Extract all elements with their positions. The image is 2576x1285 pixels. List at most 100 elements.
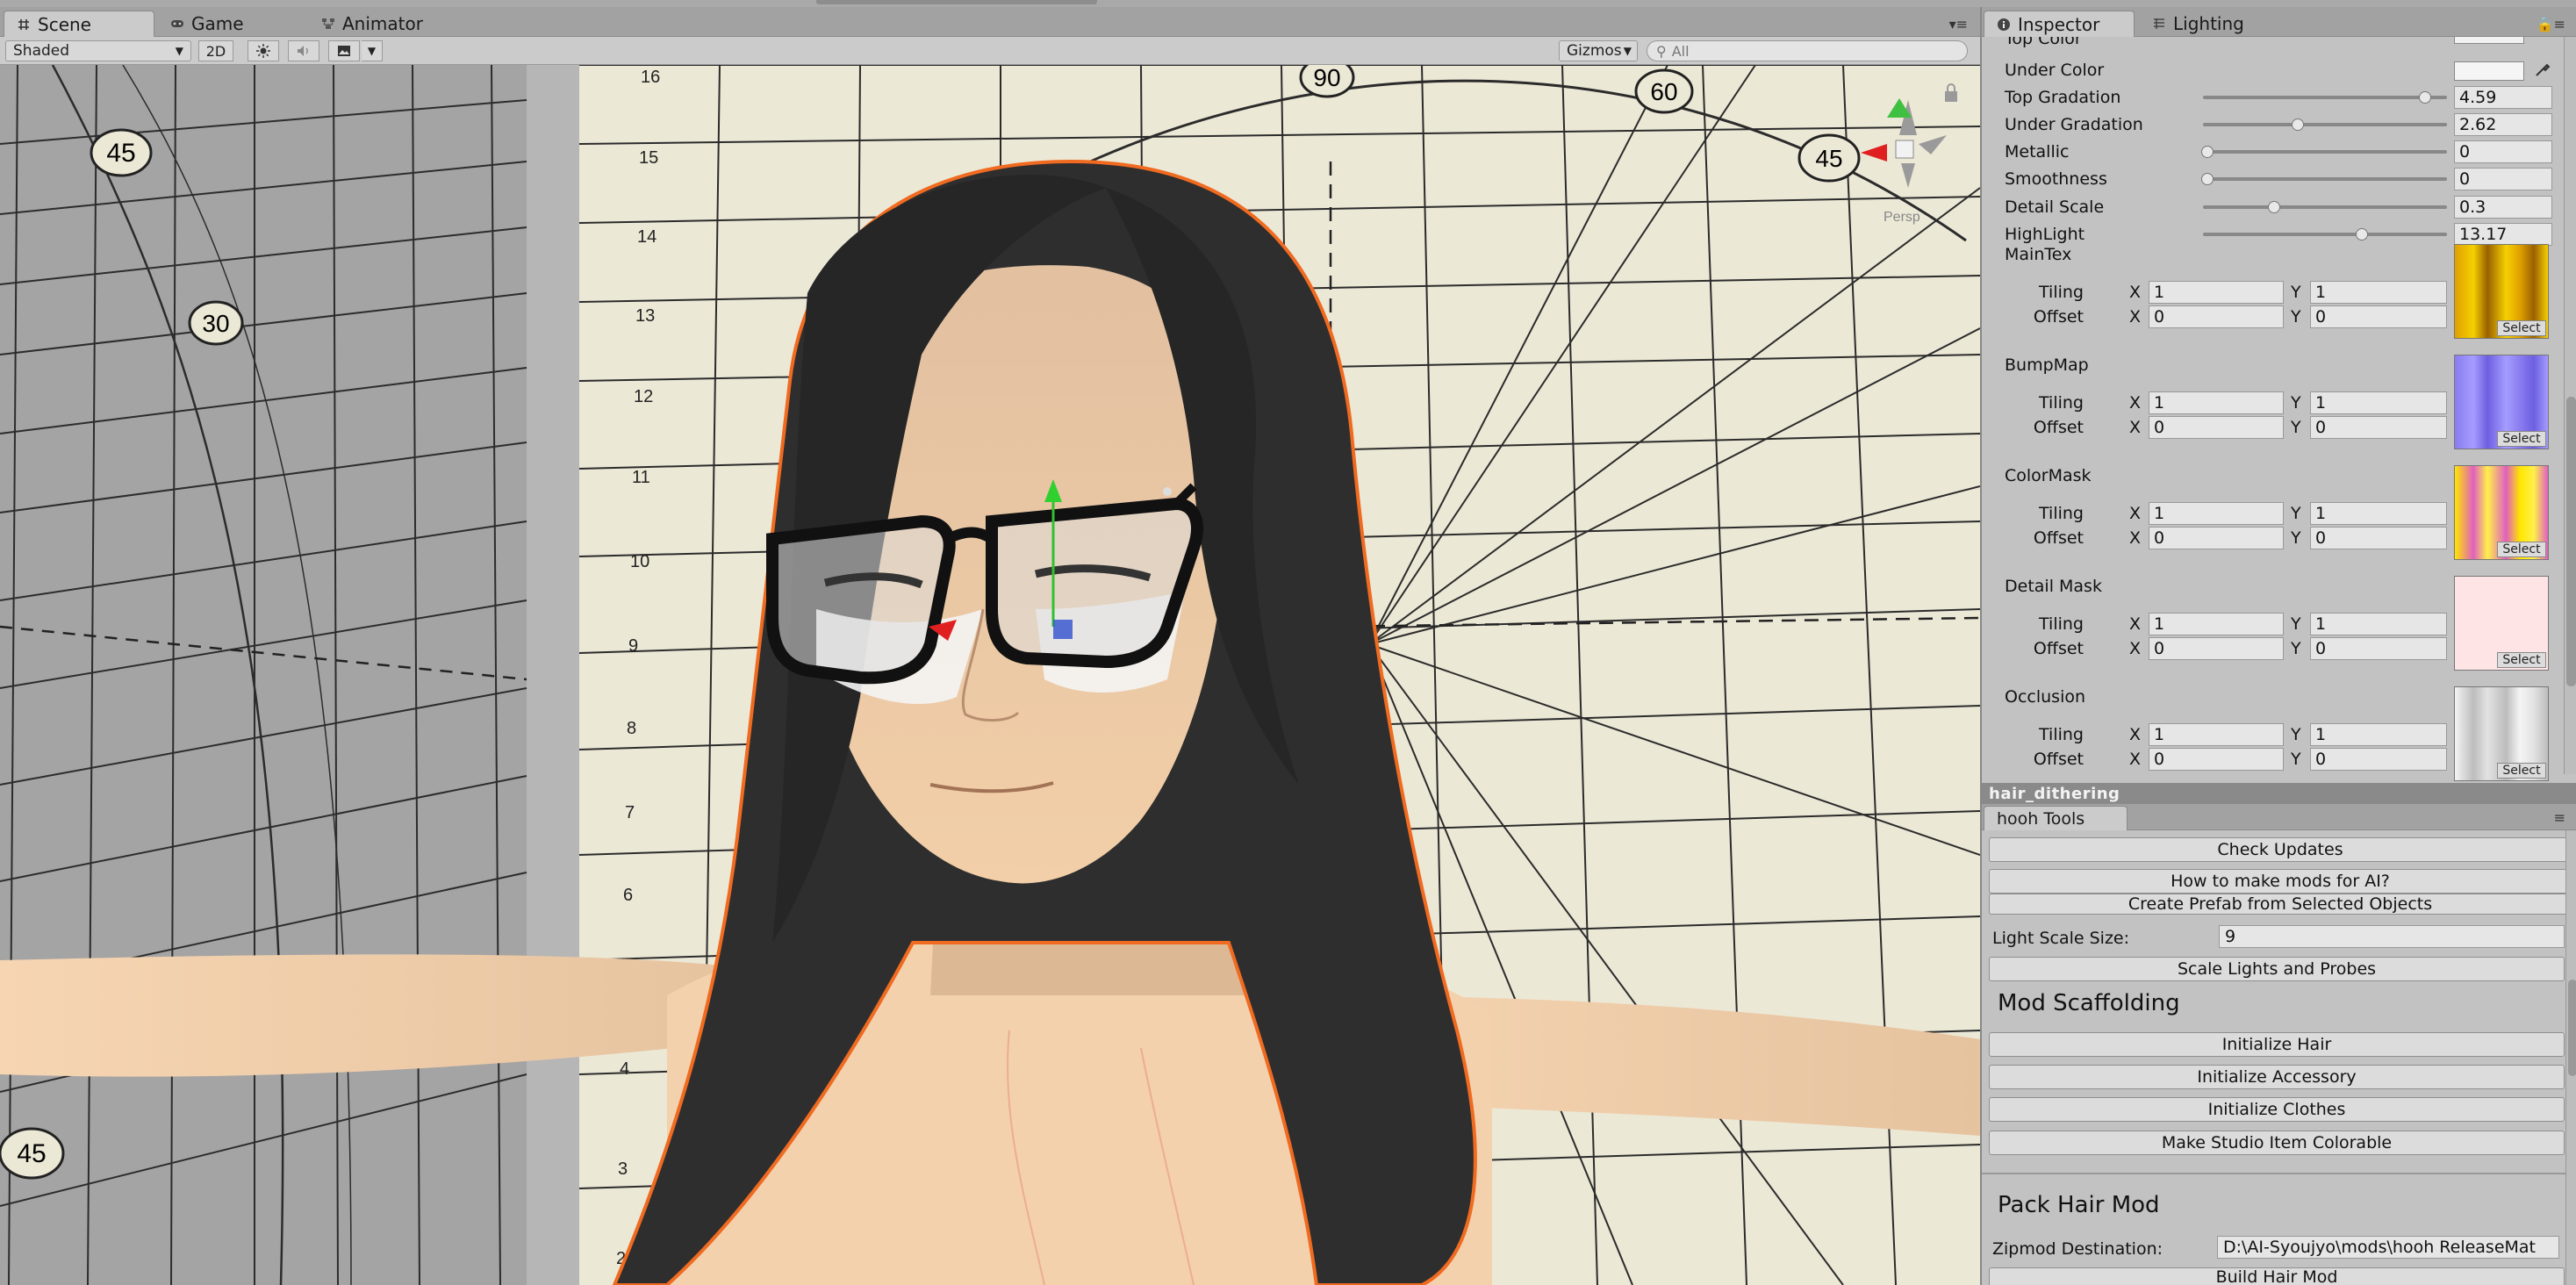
slider-value-field[interactable]: 2.62: [2454, 113, 2552, 136]
slider-value-field[interactable]: 0.3: [2454, 196, 2552, 219]
tab-hooh-tools[interactable]: hooh Tools: [1984, 806, 2128, 830]
offset-x-field[interactable]: 0: [2149, 748, 2284, 771]
under-color-swatch[interactable]: [2454, 61, 2524, 81]
slider-value-field[interactable]: 4.59: [2454, 86, 2552, 109]
tiling-x-label: X: [2129, 393, 2142, 413]
slider-track[interactable]: [2203, 150, 2447, 154]
tab-game[interactable]: Game: [158, 11, 256, 37]
slider-thumb[interactable]: [2419, 91, 2432, 104]
slider-value-field[interactable]: 13.17: [2454, 223, 2552, 246]
scene-tab-menu-icon[interactable]: ▾≡: [1949, 16, 1968, 32]
mode-2d-toggle[interactable]: 2D: [198, 40, 233, 61]
tab-animator[interactable]: Animator: [309, 11, 435, 37]
scene-lighting-toggle[interactable]: [248, 40, 279, 61]
tiling-x-field[interactable]: 1: [2149, 502, 2284, 525]
slider-track[interactable]: [2203, 123, 2447, 126]
scene-viewport[interactable]: 45 30 45 16 15 14 13 12 11 10 9 8 7 6 4 …: [0, 65, 1980, 1285]
how-to-label: How to make mods for AI?: [2171, 872, 2390, 891]
tiling-x-field[interactable]: 1: [2149, 613, 2284, 635]
eyedropper-icon[interactable]: [2533, 60, 2552, 79]
tiling-y-field[interactable]: 1: [2310, 502, 2447, 525]
offset-x-field[interactable]: 0: [2149, 637, 2284, 660]
how-to-make-mods-button[interactable]: How to make mods for AI?: [1989, 869, 2572, 894]
gizmos-dropdown[interactable]: Gizmos ▼: [1559, 40, 1638, 61]
hooh-tab-menu-icon[interactable]: ≡: [2554, 809, 2565, 826]
texture-select-button[interactable]: Select: [2497, 542, 2546, 557]
slider-value-field[interactable]: 0: [2454, 140, 2552, 163]
light-scale-value: 9: [2225, 927, 2236, 946]
scene-effects-dropdown[interactable]: ▼: [362, 40, 383, 61]
tiling-y-label: Y: [2291, 504, 2301, 523]
tiling-y-label: Y: [2291, 393, 2301, 413]
offset-x-field[interactable]: 0: [2149, 416, 2284, 439]
tiling-x-label: X: [2129, 504, 2142, 523]
slider-track[interactable]: [2203, 233, 2447, 236]
offset-x-field[interactable]: 0: [2149, 527, 2284, 549]
slider-track[interactable]: [2203, 205, 2447, 209]
shading-mode-dropdown[interactable]: Shaded ▼: [5, 40, 191, 61]
slider-thumb[interactable]: [2201, 146, 2214, 158]
initialize-clothes-button[interactable]: Initialize Clothes: [1989, 1097, 2565, 1122]
offset-y-field[interactable]: 0: [2310, 527, 2447, 549]
top-color-swatch[interactable]: [2454, 37, 2524, 44]
slider-value-field[interactable]: 0: [2454, 168, 2552, 190]
check-updates-button[interactable]: Check Updates: [1989, 837, 2572, 862]
scene-effects-toggle[interactable]: [328, 40, 360, 61]
tiling-x-field[interactable]: 1: [2149, 391, 2284, 414]
inspector-scrollbar[interactable]: [2564, 37, 2576, 774]
inspector-scrollbar-thumb[interactable]: [2566, 397, 2576, 686]
offset-y-field[interactable]: 0: [2310, 305, 2447, 328]
scene-audio-toggle[interactable]: [288, 40, 319, 61]
texture-thumbnail[interactable]: Select: [2454, 244, 2549, 339]
texture-thumbnail[interactable]: Select: [2454, 465, 2549, 560]
slider-thumb[interactable]: [2201, 173, 2214, 185]
initialize-hair-button[interactable]: Initialize Hair: [1989, 1032, 2565, 1057]
tiling-y-label: Y: [2291, 725, 2301, 744]
title-notch: [816, 0, 1097, 4]
slider-thumb[interactable]: [2355, 228, 2368, 240]
inspector-tab-menu-icon[interactable]: 🔒≡: [2537, 16, 2565, 32]
texture-select-button[interactable]: Select: [2497, 320, 2546, 336]
tiling-y-field[interactable]: 1: [2310, 281, 2447, 304]
texture-thumbnail[interactable]: Select: [2454, 576, 2549, 671]
tiling-label: Tiling: [2039, 283, 2084, 302]
offset-y-field[interactable]: 0: [2310, 748, 2447, 771]
offset-y-label: Y: [2291, 750, 2301, 769]
texture-select-button[interactable]: Select: [2497, 652, 2546, 668]
property-top-color: Top Color: [2005, 37, 2082, 51]
tab-lighting[interactable]: Lighting: [2140, 11, 2257, 37]
tiling-y-field[interactable]: 1: [2310, 391, 2447, 414]
texture-select-button[interactable]: Select: [2497, 763, 2546, 779]
tab-scene[interactable]: Scene: [4, 11, 154, 37]
tiling-x-field[interactable]: 1: [2149, 723, 2284, 746]
zipmod-destination-input[interactable]: D:\AI-Syoujyo\mods\hooh ReleaseMat: [2217, 1236, 2559, 1259]
scene-search-input[interactable]: ⚲ All: [1647, 40, 1968, 61]
offset-x-field[interactable]: 0: [2149, 305, 2284, 328]
tiling-x-field[interactable]: 1: [2149, 281, 2284, 304]
initialize-accessory-label: Initialize Accessory: [2197, 1067, 2357, 1087]
scale-lights-button[interactable]: Scale Lights and Probes: [1989, 957, 2565, 981]
offset-label: Offset: [2033, 418, 2084, 437]
offset-y-field[interactable]: 0: [2310, 637, 2447, 660]
texture-select-button[interactable]: Select: [2497, 431, 2546, 447]
tiling-y-field[interactable]: 1: [2310, 723, 2447, 746]
hooh-scrollbar-thumb[interactable]: [2568, 980, 2576, 1076]
initialize-accessory-button[interactable]: Initialize Accessory: [1989, 1065, 2565, 1089]
hooh-scrollbar[interactable]: [2565, 830, 2576, 1285]
slider-track[interactable]: [2203, 96, 2447, 99]
make-colorable-button[interactable]: Make Studio Item Colorable: [1989, 1131, 2565, 1155]
slider-track[interactable]: [2203, 177, 2447, 181]
texture-name: Occlusion: [2005, 687, 2086, 707]
texture-thumbnail[interactable]: Select: [2454, 355, 2549, 449]
tiling-y-field[interactable]: 1: [2310, 613, 2447, 635]
offset-label: Offset: [2033, 528, 2084, 548]
build-hair-mod-button[interactable]: Build Hair Mod: [1989, 1267, 2565, 1285]
ruler-label: 14: [637, 227, 657, 247]
light-scale-input[interactable]: 9: [2219, 925, 2565, 948]
slider-thumb[interactable]: [2267, 201, 2280, 213]
create-prefab-button[interactable]: Create Prefab from Selected Objects: [1989, 894, 2572, 915]
texture-thumbnail[interactable]: Select: [2454, 686, 2549, 781]
offset-y-field[interactable]: 0: [2310, 416, 2447, 439]
slider-thumb[interactable]: [2291, 118, 2304, 131]
tab-inspector[interactable]: Inspector: [1984, 11, 2135, 37]
